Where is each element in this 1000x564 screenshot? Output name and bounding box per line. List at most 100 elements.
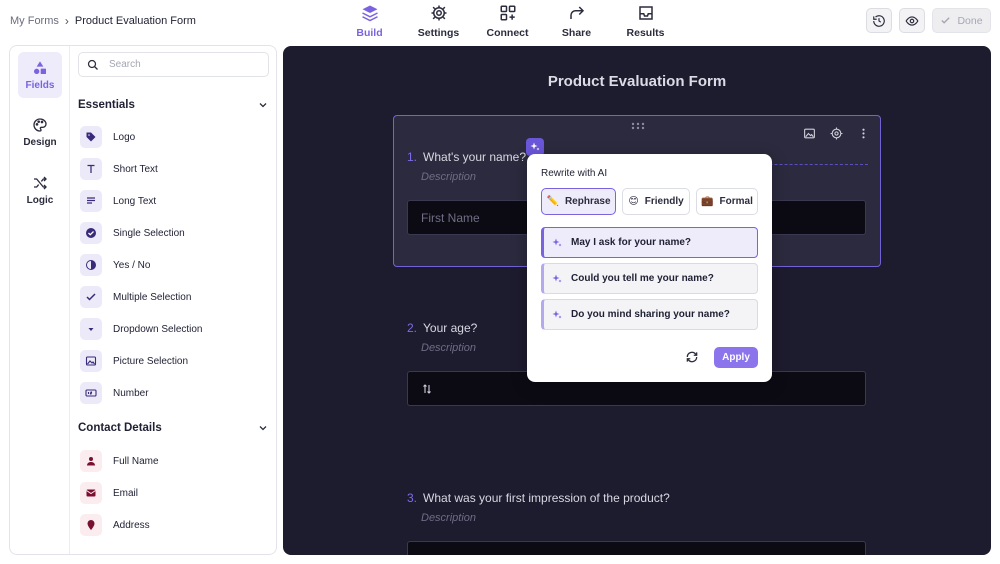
question-3-description[interactable]: Description bbox=[421, 512, 476, 524]
question-1-description[interactable]: Description bbox=[421, 171, 476, 183]
field-single-selection-label: Single Selection bbox=[113, 227, 185, 239]
question-3-title[interactable]: 3. What was your first impression of the … bbox=[407, 491, 670, 505]
tab-share[interactable]: Share bbox=[542, 4, 611, 39]
tab-settings-label: Settings bbox=[417, 27, 460, 39]
tone-formal-button[interactable]: 💼 Formal bbox=[696, 188, 758, 215]
field-long-text-label: Long Text bbox=[113, 195, 157, 207]
breadcrumb-separator: › bbox=[64, 14, 69, 28]
tab-results-label: Results bbox=[626, 27, 665, 39]
check-icon bbox=[941, 17, 951, 24]
tone-friendly-label: Friendly bbox=[644, 196, 684, 207]
breadcrumb: My Forms › Product Evaluation Form bbox=[10, 14, 196, 28]
tag-icon bbox=[80, 126, 102, 148]
tab-build[interactable]: Build bbox=[335, 4, 404, 39]
field-full-name-label: Full Name bbox=[113, 455, 159, 467]
number-icon bbox=[80, 382, 102, 404]
connect-icon bbox=[500, 5, 515, 21]
briefcase-icon: 💼 bbox=[701, 196, 714, 207]
question-3-input[interactable] bbox=[407, 541, 866, 555]
image-icon bbox=[80, 350, 102, 372]
palette-icon bbox=[33, 117, 47, 132]
done-label: Done bbox=[957, 14, 983, 27]
gear-icon bbox=[431, 5, 446, 21]
tone-friendly-button[interactable]: 😊 Friendly bbox=[622, 188, 690, 215]
fields-list: Essentials Logo Short Text Long Text Sin… bbox=[71, 46, 276, 554]
top-bar: My Forms › Product Evaluation Form Build… bbox=[0, 0, 1000, 42]
tab-results[interactable]: Results bbox=[611, 4, 680, 39]
field-logo-label: Logo bbox=[113, 131, 136, 143]
section-essentials[interactable]: Essentials bbox=[78, 99, 269, 111]
apply-button[interactable]: Apply bbox=[714, 347, 758, 368]
left-panel: Fields Design Logic Essentials Logo Shor… bbox=[9, 45, 277, 555]
search-input[interactable] bbox=[109, 59, 259, 70]
tone-rephrase-label: Rephrase bbox=[564, 196, 611, 207]
question-2-description[interactable]: Description bbox=[421, 342, 476, 354]
sparkle-icon bbox=[530, 142, 540, 151]
rail-logic[interactable]: Logic bbox=[18, 167, 62, 213]
question-2-title[interactable]: 2. Your age? bbox=[407, 321, 477, 335]
history-button[interactable] bbox=[866, 8, 892, 33]
done-button[interactable]: Done bbox=[932, 8, 991, 33]
gear-icon[interactable] bbox=[830, 127, 843, 140]
envelope-icon bbox=[80, 482, 102, 504]
field-short-text[interactable]: Short Text bbox=[80, 158, 158, 180]
field-yes-no[interactable]: Yes / No bbox=[80, 254, 150, 276]
layers-icon bbox=[361, 5, 378, 22]
ai-rewrite-popover: Rewrite with AI ✏️ Rephrase 😊 Friendly 💼… bbox=[527, 154, 772, 382]
field-number-label: Number bbox=[113, 387, 149, 399]
more-vertical-icon[interactable] bbox=[857, 127, 870, 140]
field-long-text[interactable]: Long Text bbox=[80, 190, 156, 212]
field-logo[interactable]: Logo bbox=[80, 126, 135, 148]
field-picture-selection[interactable]: Picture Selection bbox=[80, 350, 188, 372]
field-number[interactable]: Number bbox=[80, 382, 149, 404]
chevron-down-icon bbox=[259, 103, 267, 108]
suggestion-3[interactable]: Do you mind sharing your name? bbox=[541, 299, 758, 330]
tab-settings[interactable]: Settings bbox=[404, 4, 473, 39]
field-email[interactable]: Email bbox=[80, 482, 138, 504]
preview-button[interactable] bbox=[899, 8, 925, 33]
number-sort-icon bbox=[423, 383, 431, 394]
suggestion-1[interactable]: May I ask for your name? bbox=[541, 227, 758, 258]
pencil-icon: ✏️ bbox=[546, 196, 559, 207]
rail-logic-label: Logic bbox=[26, 194, 54, 206]
tab-connect-label: Connect bbox=[486, 27, 529, 39]
field-dropdown-selection-label: Dropdown Selection bbox=[113, 323, 203, 335]
eye-icon bbox=[905, 15, 919, 26]
field-email-label: Email bbox=[113, 487, 139, 499]
field-multiple-selection[interactable]: Multiple Selection bbox=[80, 286, 191, 308]
field-single-selection[interactable]: Single Selection bbox=[80, 222, 185, 244]
checkmark-icon bbox=[80, 286, 102, 308]
field-address-label: Address bbox=[113, 519, 150, 531]
refresh-icon[interactable] bbox=[685, 350, 699, 364]
tab-connect[interactable]: Connect bbox=[473, 4, 542, 39]
rail-design-label: Design bbox=[23, 136, 57, 148]
tone-options: ✏️ Rephrase 😊 Friendly 💼 Formal bbox=[541, 188, 758, 215]
section-contact-details[interactable]: Contact Details bbox=[78, 422, 269, 434]
field-short-text-label: Short Text bbox=[113, 163, 158, 175]
question-1-title[interactable]: 1. What's your name? bbox=[407, 150, 526, 164]
form-title[interactable]: Product Evaluation Form bbox=[283, 73, 991, 90]
image-icon[interactable] bbox=[803, 127, 816, 140]
shapes-icon bbox=[34, 60, 46, 74]
field-address[interactable]: Address bbox=[80, 514, 150, 536]
drag-handle-icon[interactable] bbox=[631, 122, 645, 130]
suggestion-2-text: Could you tell me your name? bbox=[571, 273, 714, 284]
rail-design[interactable]: Design bbox=[18, 109, 62, 155]
field-dropdown-selection[interactable]: Dropdown Selection bbox=[80, 318, 203, 340]
suggestion-2[interactable]: Could you tell me your name? bbox=[541, 263, 758, 294]
tone-rephrase-button[interactable]: ✏️ Rephrase bbox=[541, 188, 616, 215]
tab-share-label: Share bbox=[561, 27, 592, 39]
caret-down-icon bbox=[80, 318, 102, 340]
rail-fields[interactable]: Fields bbox=[18, 52, 62, 98]
breadcrumb-my-forms[interactable]: My Forms bbox=[10, 15, 59, 27]
history-icon bbox=[873, 14, 885, 27]
tone-formal-label: Formal bbox=[719, 196, 753, 207]
rail-fields-label: Fields bbox=[25, 79, 55, 91]
field-picture-selection-label: Picture Selection bbox=[113, 355, 189, 367]
smile-icon: 😊 bbox=[628, 196, 639, 207]
user-icon bbox=[80, 450, 102, 472]
text-t-icon bbox=[80, 158, 102, 180]
field-full-name[interactable]: Full Name bbox=[80, 450, 159, 472]
check-circle-icon bbox=[80, 222, 102, 244]
shuffle-icon bbox=[34, 176, 47, 189]
